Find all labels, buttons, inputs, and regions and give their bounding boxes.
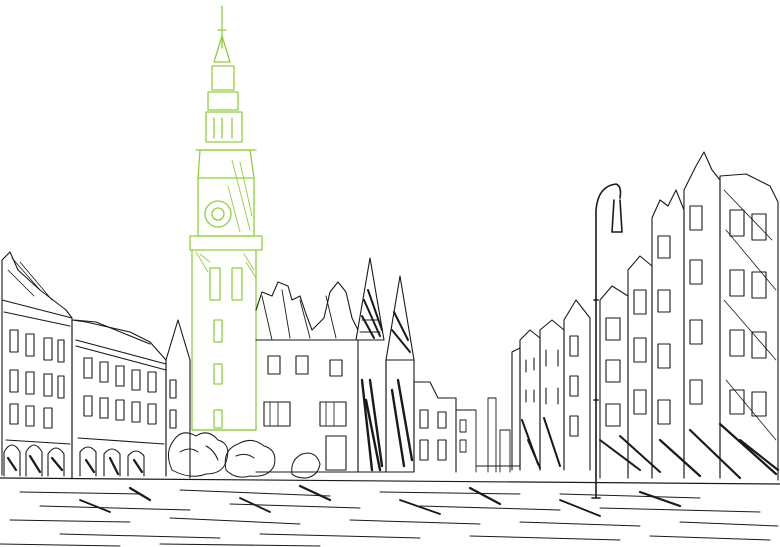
tower-spire [213,5,231,63]
town-square-sketch [0,5,780,547]
town-hall-tower [189,5,263,431]
town-hall-gables [255,257,457,473]
street-lamp [591,183,623,499]
right-building-row [511,151,780,481]
trees [168,432,321,479]
cobblestone-square [0,477,780,547]
distant-buildings [455,397,521,473]
left-building-row [1,251,191,479]
